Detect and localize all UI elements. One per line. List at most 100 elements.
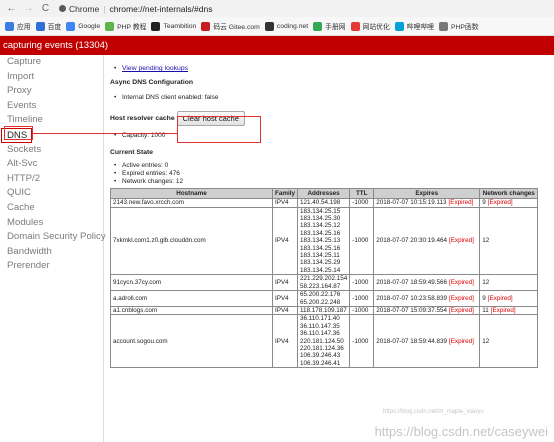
network-expired-flag: [Expired] bbox=[487, 294, 513, 302]
bookmark-label: 哔哩哔哩 bbox=[406, 24, 434, 31]
address-value: 183.134.25.15 bbox=[299, 207, 341, 215]
col-network-changes: Network changes bbox=[479, 188, 539, 200]
cell-network-changes: 12 bbox=[479, 314, 539, 369]
cell-hostname: 2143.new.favo.xrcch.com bbox=[110, 198, 273, 208]
bookmark-item[interactable]: Google bbox=[66, 21, 101, 31]
sidebar-item-quic[interactable]: QUIC bbox=[0, 186, 103, 201]
cell-addresses: 36.110.171.40 36.110.147.35 36.110.147.36 2… bbox=[296, 314, 351, 369]
async-dns-info: Internal DNS client enabled: false bbox=[110, 94, 554, 102]
address-value: 106.39.246.41 bbox=[299, 359, 341, 367]
cell-hostname: 7xkmkl.com1.z0.glb.clouddn.com bbox=[110, 206, 273, 276]
bookmark-item[interactable]: 哔哩哔哩 bbox=[394, 21, 434, 31]
cell-ttl: -1000 bbox=[349, 274, 375, 292]
expired-flag: [Expired] bbox=[448, 337, 474, 345]
bookmark-item[interactable]: Teambition bbox=[151, 21, 196, 31]
cell-ttl: -1000 bbox=[349, 290, 375, 307]
address-value: 36.110.147.35 bbox=[299, 322, 340, 330]
col-expires: Expires bbox=[373, 188, 481, 200]
network-changes-value: 12 bbox=[482, 278, 490, 286]
cell-expires: 2018-07-07 18:59:44.839 [Expired] bbox=[373, 314, 481, 369]
bookmark-item[interactable]: 码云 Gitee.com bbox=[201, 21, 260, 31]
bookmark-item[interactable]: PHP函数 bbox=[438, 21, 479, 31]
network-changes-value: 9 bbox=[482, 199, 486, 207]
cell-family: IPV4 bbox=[272, 206, 298, 276]
cell-family: IPV4 bbox=[272, 274, 298, 292]
url-separator: | bbox=[103, 3, 106, 14]
cell-family: IPV4 bbox=[272, 290, 298, 307]
sidebar-item-modules[interactable]: Modules bbox=[0, 216, 103, 231]
host-cache-table: Hostname Family Addresses TTL Expires Ne… bbox=[110, 188, 539, 369]
bookmark-item[interactable]: 手册网 bbox=[313, 21, 346, 31]
site-info[interactable]: Chrome bbox=[59, 4, 99, 14]
bookmark-item[interactable]: 网站优化 bbox=[350, 21, 390, 31]
cell-expires: 2018-07-07 10:15:19.113 [Expired] bbox=[373, 198, 481, 208]
table-row: account.sogou.com IPV4 36.110.171.40 36.110… bbox=[110, 314, 539, 369]
annotation-line bbox=[33, 133, 177, 134]
network-expired-flag: [Expired] bbox=[487, 199, 513, 207]
bookmark-item[interactable]: PHP 教程 bbox=[105, 21, 146, 31]
address-value: 183.134.25.12 bbox=[299, 222, 341, 230]
bookmark-label: Google bbox=[78, 22, 101, 30]
sidebar-item-proxy[interactable]: Proxy bbox=[0, 84, 103, 99]
bookmark-label: 网站优化 bbox=[362, 24, 390, 31]
expires-value: 2018-07-07 18:59:44.839 bbox=[376, 337, 447, 345]
address-value: 183.134.25.29 bbox=[299, 259, 341, 267]
address-value: 36.110.171.40 bbox=[299, 315, 340, 323]
cell-addresses: 121.40.54.198 bbox=[296, 198, 351, 208]
state-list: Active entries: 0 Expired entries: 476 N… bbox=[110, 162, 554, 187]
forward-icon[interactable]: → bbox=[23, 3, 34, 14]
bookmark-label: 手册网 bbox=[325, 24, 346, 31]
sidebar: Capture Import Proxy Events Timeline DNS Socke… bbox=[0, 55, 106, 442]
address-value: 183.134.25.16 bbox=[299, 244, 341, 252]
sidebar-item-prerender[interactable]: Prerender bbox=[0, 259, 103, 274]
expires-value: 2018-07-07 20:30:19.464 bbox=[376, 237, 447, 245]
bookmark-item[interactable]: coding.net bbox=[264, 21, 308, 31]
expires-value: 2018-07-07 10:23:58.839 bbox=[376, 294, 447, 302]
sidebar-item-cache[interactable]: Cache bbox=[0, 201, 103, 216]
sidebar-item-alt-svc[interactable]: Alt-Svc bbox=[0, 157, 103, 172]
bookmark-favicon-icon bbox=[201, 21, 211, 31]
cell-network-changes: 9 [Expired] bbox=[479, 198, 539, 208]
bookmark-label: PHP函数 bbox=[450, 24, 479, 31]
view-pending-lookups-link[interactable]: View pending lookups bbox=[122, 65, 188, 72]
cell-expires: 2018-07-07 20:30:19.464 [Expired] bbox=[373, 206, 481, 276]
bookmark-favicon-icon bbox=[394, 21, 404, 31]
sidebar-item-http-2[interactable]: HTTP/2 bbox=[0, 172, 103, 187]
cell-hostname: a1.cnblogs.com bbox=[110, 305, 273, 316]
cell-network-changes: 12 bbox=[479, 274, 539, 292]
back-icon[interactable]: ← bbox=[6, 3, 17, 14]
watermark-faint: https://blog.csdn.net/m_maple_xiaoyu bbox=[383, 409, 484, 415]
network-changes-value: 11 bbox=[482, 306, 489, 314]
expired-flag: [Expired] bbox=[448, 306, 474, 314]
cell-ttl: -1000 bbox=[349, 206, 375, 276]
bookmark-favicon-icon bbox=[313, 21, 323, 31]
bookmark-item[interactable]: 应用 bbox=[5, 21, 31, 31]
cell-network-changes: 11 [Expired] bbox=[479, 305, 539, 316]
sidebar-item-domain-security-policy[interactable]: Domain Security Policy bbox=[0, 230, 106, 245]
expires-value: 2018-07-07 15:09:37.554 bbox=[376, 306, 447, 314]
table-header-row: Hostname Family Addresses TTL Expires Ne… bbox=[110, 188, 539, 200]
address-value: 65.200.22.176 bbox=[299, 291, 341, 299]
dns-panel: View pending lookups Async DNS Configura… bbox=[104, 55, 554, 442]
sidebar-item-events[interactable]: Events bbox=[0, 99, 103, 114]
sidebar-item-capture[interactable]: Capture bbox=[0, 55, 103, 70]
sidebar-item-bandwidth[interactable]: Bandwidth bbox=[0, 245, 103, 260]
bookmark-item[interactable]: 百度 bbox=[35, 21, 61, 31]
cell-ttl: -1000 bbox=[349, 198, 375, 208]
sidebar-item-import[interactable]: Import bbox=[0, 70, 103, 85]
url-field[interactable]: chrome://net-internals/#dns bbox=[109, 4, 212, 14]
cell-family: IPV4 bbox=[272, 198, 298, 208]
bookmark-favicon-icon bbox=[151, 21, 161, 31]
address-value: 106.39.246.43 bbox=[299, 352, 341, 360]
sidebar-item-sockets[interactable]: Sockets bbox=[0, 143, 103, 158]
network-changes-value: 12 bbox=[482, 237, 490, 245]
bookmark-favicon-icon bbox=[35, 21, 45, 31]
address-value: 183.134.25.13 bbox=[299, 237, 341, 245]
address-bar: ← → C Chrome | chrome://net-internals/#d… bbox=[0, 0, 554, 17]
cell-network-changes: 12 bbox=[479, 206, 539, 276]
reload-icon[interactable]: C bbox=[40, 3, 51, 14]
col-hostname: Hostname bbox=[110, 188, 273, 200]
address-value: 58.223.164.87 bbox=[299, 282, 341, 290]
cell-addresses: 65.200.22.176 65.200.22.248 bbox=[296, 290, 351, 307]
expired-flag: [Expired] bbox=[448, 199, 474, 207]
